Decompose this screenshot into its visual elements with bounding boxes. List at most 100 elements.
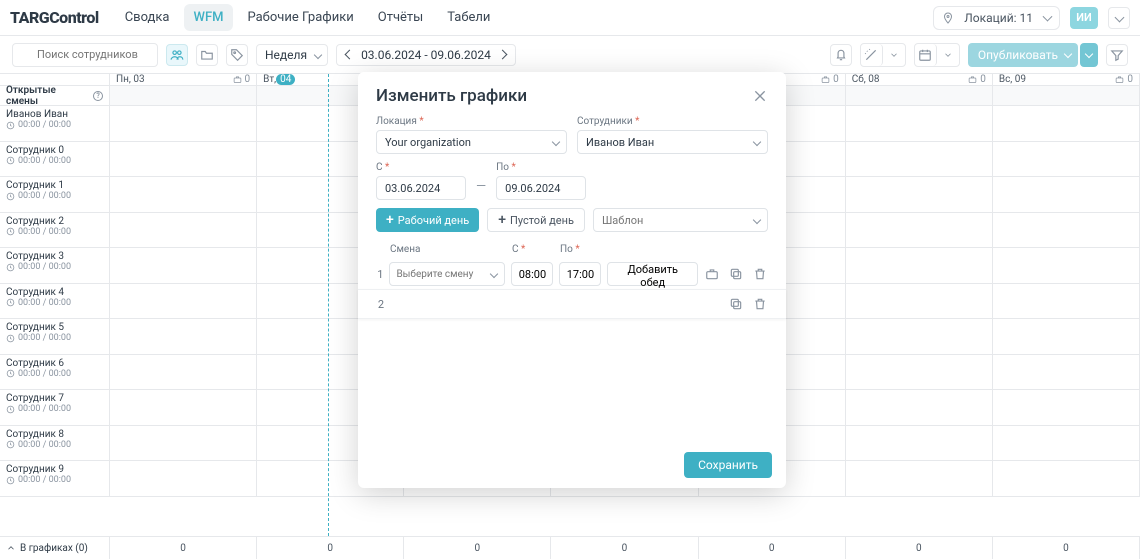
schedule-cell[interactable] xyxy=(846,355,993,390)
schedule-cell[interactable] xyxy=(993,142,1140,177)
nav-summary[interactable]: Сводка xyxy=(115,4,180,31)
schedule-cell[interactable] xyxy=(993,319,1140,354)
schedule-cell[interactable] xyxy=(110,319,257,354)
schedule-cell[interactable] xyxy=(846,106,993,141)
schedule-cell[interactable] xyxy=(993,355,1140,390)
template-select[interactable] xyxy=(593,208,768,232)
user-menu-caret[interactable] xyxy=(1108,7,1130,29)
schedule-cell[interactable] xyxy=(846,213,993,248)
schedule-cell[interactable] xyxy=(993,390,1140,425)
calendar-dropdown[interactable] xyxy=(937,44,959,66)
schedule-cell[interactable] xyxy=(110,177,257,212)
employee-cell[interactable]: Сотрудник 9 00:00 / 00:00 xyxy=(0,461,110,496)
location-select[interactable] xyxy=(376,130,567,154)
schedule-cell[interactable] xyxy=(110,355,257,390)
schedule-cell[interactable] xyxy=(846,284,993,319)
today-badge: 04 xyxy=(276,74,295,85)
nav-schedules[interactable]: Рабочие Графики xyxy=(237,4,363,31)
schedule-cell[interactable] xyxy=(110,213,257,248)
schedule-cell[interactable] xyxy=(993,284,1140,319)
period-selector[interactable]: Неделя xyxy=(256,44,328,66)
delete-row-button[interactable] xyxy=(752,266,768,282)
schedule-cell[interactable] xyxy=(110,284,257,319)
schedule-cell[interactable] xyxy=(110,461,257,496)
tag-button[interactable] xyxy=(226,44,248,66)
schedule-cell[interactable] xyxy=(110,248,257,283)
magic-button[interactable] xyxy=(861,44,883,66)
work-day-button[interactable]: Рабочий день xyxy=(376,208,479,232)
schedule-cell[interactable] xyxy=(846,142,993,177)
schedule-cell[interactable] xyxy=(993,461,1140,496)
date-next[interactable] xyxy=(495,47,511,63)
day-header[interactable]: Сб, 080 xyxy=(846,74,993,85)
empty-day-button[interactable]: Пустой день xyxy=(487,208,585,232)
schedule-cell[interactable] xyxy=(846,426,993,461)
employee-cell[interactable]: Сотрудник 5 00:00 / 00:00 xyxy=(0,319,110,354)
copy-row-button[interactable] xyxy=(728,266,744,282)
clock-icon xyxy=(6,405,15,414)
footer-toggle[interactable]: В графиках (0) xyxy=(0,537,110,559)
day-header[interactable]: Вс, 090 xyxy=(993,74,1140,85)
employees-select[interactable] xyxy=(577,130,768,154)
employee-cell[interactable]: Сотрудник 6 00:00 / 00:00 xyxy=(0,355,110,390)
magic-dropdown[interactable] xyxy=(883,44,905,66)
date-from-input[interactable] xyxy=(376,176,466,200)
schedule-cell[interactable] xyxy=(110,142,257,177)
nav-reports[interactable]: Отчёты xyxy=(368,4,433,31)
schedule-cell[interactable] xyxy=(993,248,1140,283)
publish-menu-caret[interactable] xyxy=(1080,43,1098,67)
clock-icon xyxy=(6,298,15,307)
delete-row-button[interactable] xyxy=(752,296,768,312)
schedule-cell[interactable] xyxy=(846,319,993,354)
employee-cell[interactable]: Иванов Иван 00:00 / 00:00 xyxy=(0,106,110,141)
schedule-cell[interactable] xyxy=(993,106,1140,141)
schedule-cell[interactable] xyxy=(110,390,257,425)
employee-cell[interactable]: Сотрудник 1 00:00 / 00:00 xyxy=(0,177,110,212)
copy-row-button[interactable] xyxy=(728,296,744,312)
shift-to-input[interactable] xyxy=(559,262,601,286)
schedule-cell[interactable] xyxy=(993,177,1140,212)
copy-icon xyxy=(729,267,743,281)
shift-row: 1 Добавить обед xyxy=(376,259,768,289)
calendar-button[interactable] xyxy=(915,44,937,66)
footer-summary: В графиках (0) 0 0 0 0 0 0 0 xyxy=(0,536,1140,559)
search-input[interactable] xyxy=(12,43,158,67)
save-button[interactable]: Сохранить xyxy=(684,452,772,478)
add-lunch-button[interactable]: Добавить обед xyxy=(607,262,698,286)
briefcase-row-icon[interactable] xyxy=(704,266,720,282)
shift-list: Смена С * По * 1 Добавить обед 2 xyxy=(376,244,768,319)
filter-button[interactable] xyxy=(1106,44,1128,66)
schedule-cell[interactable] xyxy=(110,426,257,461)
date-prev[interactable] xyxy=(341,47,357,63)
help-icon[interactable]: ? xyxy=(93,91,103,101)
nav-wfm[interactable]: WFM xyxy=(184,4,234,31)
notifications-button[interactable] xyxy=(830,44,852,66)
employee-cell[interactable]: Сотрудник 3 00:00 / 00:00 xyxy=(0,248,110,283)
briefcase-icon xyxy=(821,75,830,84)
people-view-button[interactable] xyxy=(166,44,188,66)
schedule-cell[interactable] xyxy=(110,106,257,141)
date-to-input[interactable] xyxy=(496,176,586,200)
employee-cell[interactable]: Сотрудник 7 00:00 / 00:00 xyxy=(0,390,110,425)
locations-dropdown[interactable]: Локаций: 11 xyxy=(933,6,1060,30)
schedule-cell[interactable] xyxy=(993,213,1140,248)
schedule-cell[interactable] xyxy=(846,390,993,425)
modal-close-button[interactable] xyxy=(752,88,768,104)
folder-view-button[interactable] xyxy=(196,44,218,66)
shift-type-select[interactable] xyxy=(389,262,505,286)
ai-badge[interactable]: ИИ xyxy=(1070,7,1098,29)
publish-button[interactable]: Опубликовать xyxy=(968,43,1078,67)
employee-cell[interactable]: Сотрудник 4 00:00 / 00:00 xyxy=(0,284,110,319)
schedule-cell[interactable] xyxy=(993,426,1140,461)
shift-from-input[interactable] xyxy=(511,262,553,286)
schedule-cell[interactable] xyxy=(846,461,993,496)
date-range-label[interactable]: 03.06.2024 - 09.06.2024 xyxy=(361,48,491,62)
schedule-cell[interactable] xyxy=(846,177,993,212)
employee-cell[interactable]: Сотрудник 8 00:00 / 00:00 xyxy=(0,426,110,461)
nav-timesheets[interactable]: Табели xyxy=(437,4,500,31)
day-header[interactable]: Пн, 030 xyxy=(110,74,257,85)
employee-cell[interactable]: Сотрудник 0 00:00 / 00:00 xyxy=(0,142,110,177)
schedule-cell[interactable] xyxy=(846,248,993,283)
footer-count: 0 xyxy=(110,537,257,559)
employee-cell[interactable]: Сотрудник 2 00:00 / 00:00 xyxy=(0,213,110,248)
